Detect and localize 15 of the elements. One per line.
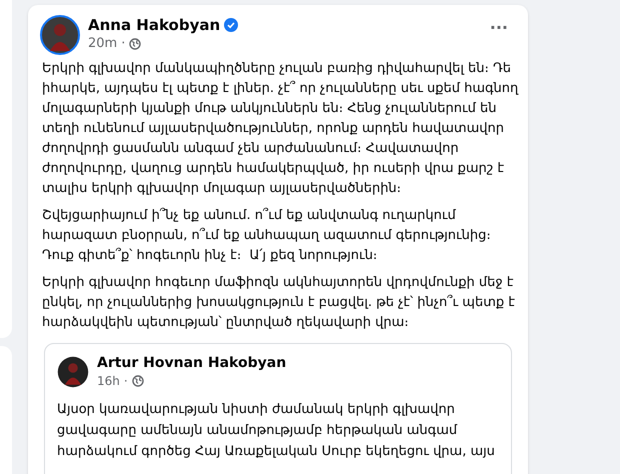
post-paragraph: Երկրի գլխավոր մանկապիղծները չուլան բառից դիվահարվել են։ Դե իհարկե, այդպես էլ պետք է լիներ. չէ՞ որ չուլանները սեւ սքեմ հագնող մոլագարների կյանքի մութ անկյուններն են։ Հենց չուլաններում են տեղի ունենում այլասերվածություններ, որոնք արդեն հավատավոր ժողովրդի ցասմանն անգամ չեն արժանանում։ Հավատավոր ժողովուրդը, վաղուց արդեն համակերպված, իր ուսերի վրա քարշ է տալիս երկրի գլխավոր մոլագար այլասերվածներին։ (42, 60, 518, 198)
globe-icon (132, 375, 144, 387)
author-name[interactable]: Anna Hakobyan (88, 15, 220, 35)
shared-post-text: Այսօր կառավարության նիստի ժամանակ երկրի գլխավոր ցավագարը ամենայն անամոթությամբ հերթական անգամ հարձակում գործեց Հայ Առաքելական Սուրբ եկեղեցու վրա, այս (57, 401, 495, 461)
post-paragraph: Շվեյցարիայում ի՞նչ եք անում. ո՞ւմ եք անվտանգ ուղարկում հարազատ բնօրրան, ո՞ւմ եք անհապաղ ազատում գերությունից։ Դուք գիտե՞ք՝ հոգեւորն ինչ է։ Ա՛յ քեզ նորություն։ (42, 206, 491, 265)
more-options-button[interactable]: ··· (490, 21, 508, 35)
shared-post-time[interactable]: 16h (97, 373, 120, 389)
avatar (57, 356, 89, 388)
globe-icon (129, 38, 142, 50)
post-paragraph: Երկրի գլխավոր հոգեւոր մաֆիոզն ակնհայտորեն վրդովմունքի մեջ է ընկել, որ չուլաններից խոսակցություն է բացվել. թե չէ՝ ինչո՞ւ պետք է հարձակվեին պետության՝ ընտրված ղեկավարի վրա։ (42, 274, 515, 332)
avatar (40, 15, 80, 55)
separator-dot: · (121, 35, 126, 53)
post-time[interactable]: 20m (88, 35, 118, 53)
shared-author-name[interactable]: Artur Hovnan Hakobyan (97, 354, 286, 373)
separator-dot: · (124, 373, 128, 389)
